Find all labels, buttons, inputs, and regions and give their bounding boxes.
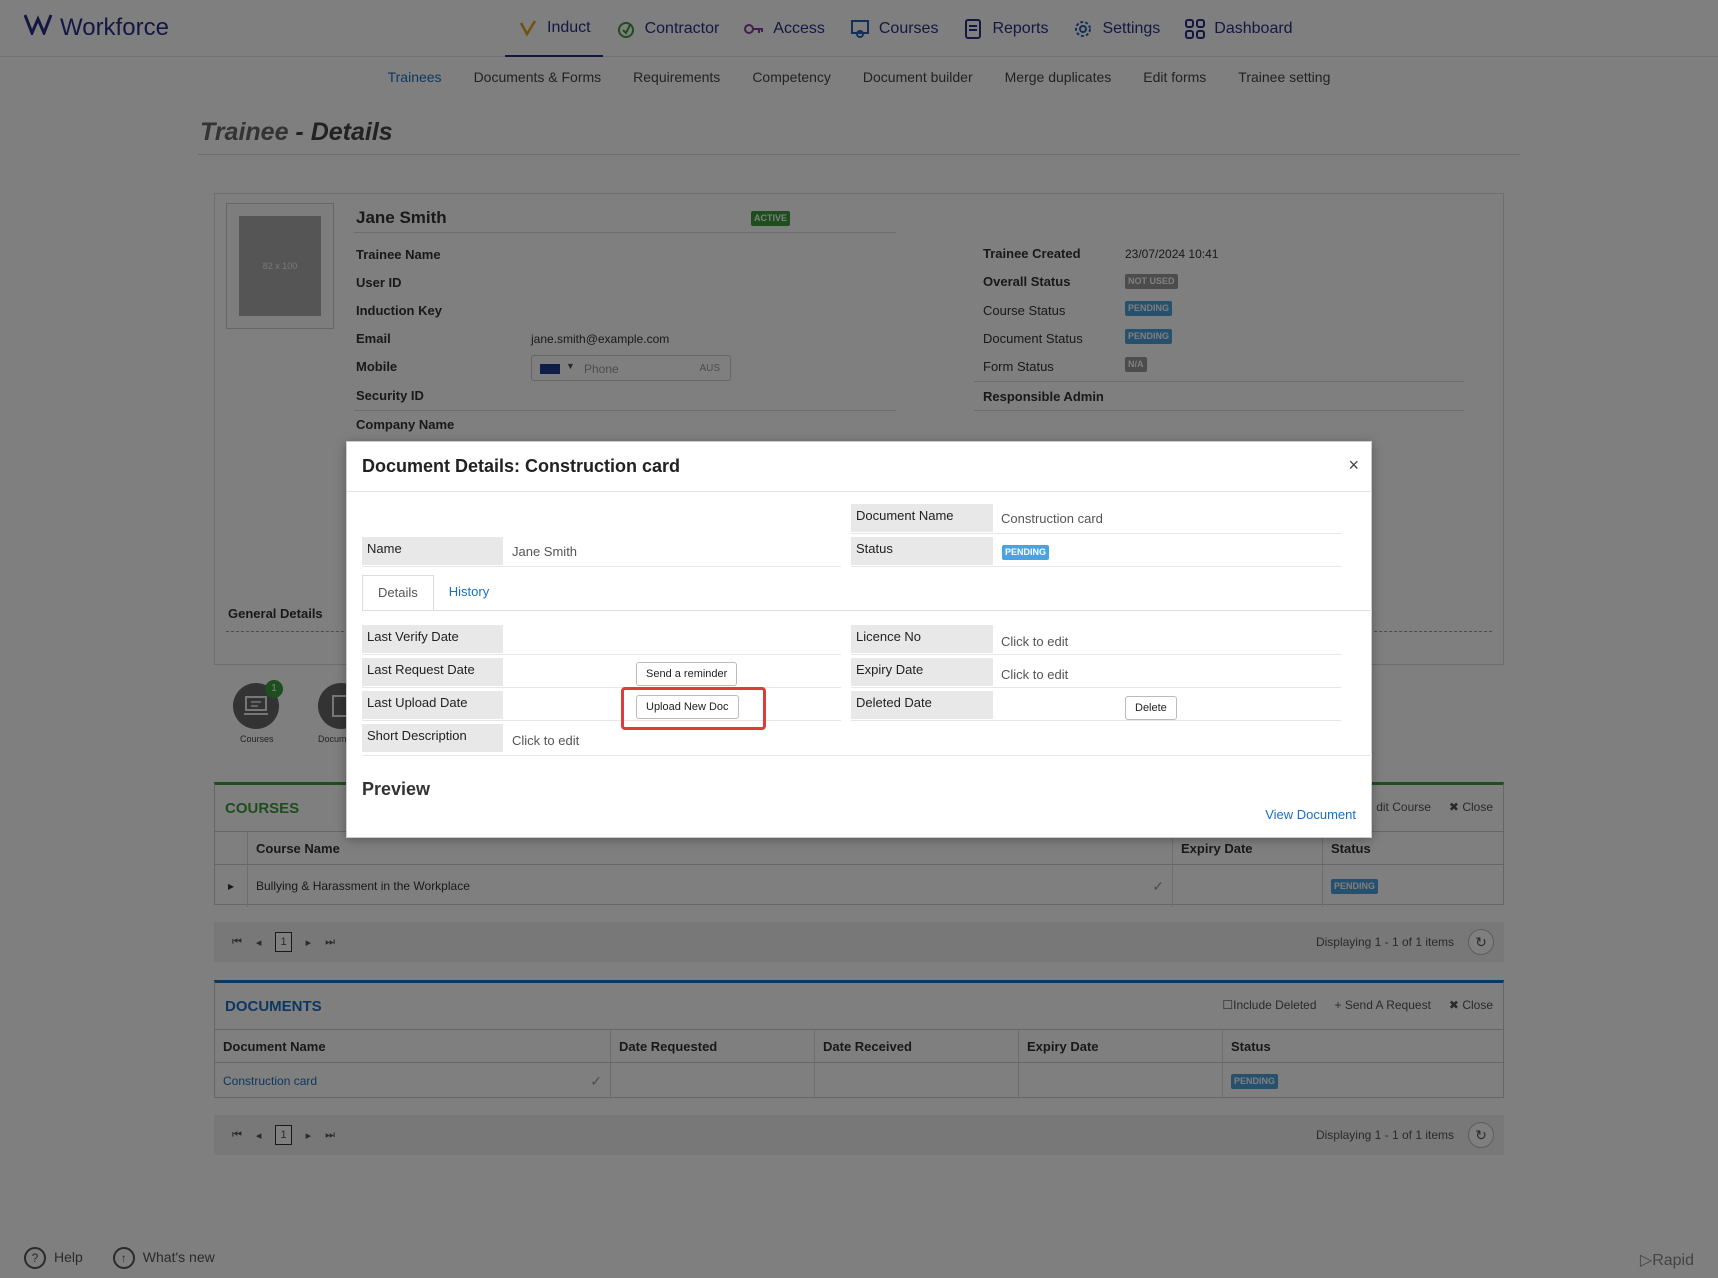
preview-heading: Preview [362, 779, 431, 799]
short-description-value[interactable]: Click to edit [512, 733, 579, 748]
label-licence-no: Licence No [851, 625, 993, 653]
upload-button-highlight [621, 687, 766, 730]
label-last-upload-date: Last Upload Date [362, 691, 503, 719]
field-divider [851, 566, 1341, 567]
field-divider [362, 566, 841, 567]
close-icon[interactable]: × [1348, 455, 1359, 476]
field-divider [851, 533, 1341, 534]
field-divider [851, 654, 1341, 655]
licence-no-value[interactable]: Click to edit [1001, 634, 1068, 649]
document-name-value: Construction card [1001, 511, 1103, 526]
document-details-modal: Document Details: Construction card × Do… [346, 441, 1372, 838]
field-divider [362, 687, 841, 688]
view-document-link[interactable]: View Document [1265, 807, 1356, 822]
name-value: Jane Smith [512, 544, 578, 559]
modal-tabs: Details History [362, 575, 504, 611]
label-document-name: Document Name [851, 504, 993, 532]
tab-divider [362, 610, 1372, 611]
label-last-request-date: Last Request Date [362, 658, 503, 686]
label-status: Status [851, 537, 993, 565]
field-divider [362, 654, 841, 655]
field-divider [851, 720, 1341, 721]
tab-details[interactable]: Details [362, 575, 434, 611]
modal-title: Document Details: Construction card [362, 456, 681, 476]
delete-button[interactable]: Delete [1125, 696, 1177, 720]
label-deleted-date: Deleted Date [851, 691, 993, 719]
label-name: Name [362, 537, 503, 565]
field-divider [362, 755, 1372, 756]
label-expiry-date: Expiry Date [851, 658, 993, 686]
send-reminder-button[interactable]: Send a reminder [636, 662, 738, 686]
field-divider [851, 687, 1341, 688]
expiry-date-value[interactable]: Click to edit [1001, 667, 1068, 682]
label-short-description: Short Description [362, 724, 503, 752]
modal-header-divider [347, 491, 1371, 492]
status-badge: PENDING [1002, 545, 1050, 560]
tab-history[interactable]: History [434, 575, 504, 611]
field-divider [362, 720, 841, 721]
label-last-verify-date: Last Verify Date [362, 625, 503, 653]
